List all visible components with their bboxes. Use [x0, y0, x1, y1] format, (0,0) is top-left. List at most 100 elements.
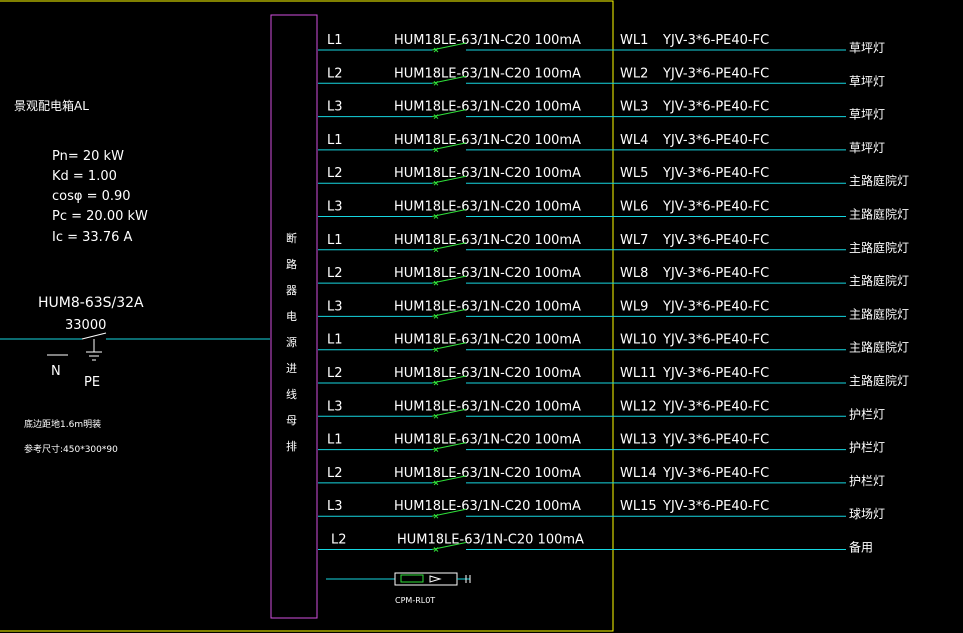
breaker-x-icon	[433, 314, 439, 319]
pe-label: PE	[84, 375, 100, 390]
circuit-load: 主路庭院灯	[849, 373, 909, 388]
circuit-phase: L3	[327, 399, 343, 414]
circuit-row: L1 HUM18LE-63/1N-C20 100mA WL1 YJV-3*6-PE40…	[318, 33, 885, 55]
param-ic: Ic = 33.76 A	[52, 230, 132, 245]
circuit-load: 草坪灯	[849, 108, 885, 122]
breaker-x-icon	[433, 347, 439, 353]
breaker-x-icon	[433, 280, 439, 286]
circuit-phase: L2	[327, 466, 343, 481]
circuit-load: 主路庭院灯	[849, 173, 909, 188]
circuit-breaker: HUM18LE-63/1N-C20 100mA	[394, 299, 581, 314]
busbar-char: 进	[286, 362, 297, 375]
circuit-breaker: HUM18LE-63/1N-C20 100mA	[394, 399, 581, 414]
circuit-number: WL15	[620, 499, 657, 514]
circuit-load: 护栏灯	[849, 440, 885, 455]
busbar-char: 路	[286, 258, 297, 271]
circuit-cable: YJV-3*6-PE40-FC	[662, 200, 769, 215]
param-pc: Pc = 20.00 kW	[52, 209, 148, 224]
param-cos: cosφ = 0.90	[52, 189, 131, 204]
param-kd: Kd = 1.00	[52, 169, 117, 184]
install-note: 底边距地1.6m明装	[24, 418, 101, 430]
busbar-char: 器	[286, 284, 297, 297]
circuit-row: L1 HUM18LE-63/1N-C20 100mA WL10 YJV-3*6-PE4…	[318, 333, 909, 355]
circuit-number: WL7	[620, 233, 648, 248]
circuit-phase: L3	[327, 200, 343, 215]
meter-element	[400, 574, 424, 583]
circuit-row: L3 HUM18LE-63/1N-C20 100mA WL12 YJV-3*6-PE4…	[318, 399, 885, 421]
circuit-cable: YJV-3*6-PE40-FC	[662, 499, 769, 514]
busbar-char: 排	[286, 439, 297, 453]
circuit-breaker: HUM18LE-63/1N-C20 100mA	[394, 366, 581, 381]
circuit-cable: YJV-3*6-PE40-FC	[662, 433, 769, 448]
main-switch-blade	[81, 332, 107, 340]
circuit-number: WL6	[620, 200, 648, 215]
circuit-load: 球场灯	[849, 507, 885, 521]
breaker-x-icon	[433, 547, 439, 552]
circuit-breaker: HUM18LE-63/1N-C20 100mA	[397, 533, 584, 548]
main-breaker-code: 33000	[65, 318, 106, 333]
circuit-breaker: HUM18LE-63/1N-C20 100mA	[394, 200, 581, 215]
circuit-load: 主路庭院灯	[849, 273, 909, 288]
circuit-breaker: HUM18LE-63/1N-C20 100mA	[394, 100, 581, 115]
circuit-phase: L1	[327, 33, 343, 48]
breaker-x-icon	[433, 513, 439, 519]
circuit-number: WL5	[620, 166, 648, 181]
circuit-breaker: HUM18LE-63/1N-C20 100mA	[394, 233, 581, 248]
circuit-number: WL12	[620, 399, 657, 414]
circuit-load: 护栏灯	[849, 406, 885, 421]
circuit-row: L1 HUM18LE-63/1N-C20 100mA WL7 YJV-3*6-PE40…	[318, 233, 909, 255]
circuit-row: L1 HUM18LE-63/1N-C20 100mA WL4 YJV-3*6-PE40…	[318, 133, 885, 155]
panel-title: 景观配电箱AL	[14, 98, 89, 113]
circuit-row: L2 HUM18LE-63/1N-C20 100mA WL11 YJV-3*6-PE4…	[318, 366, 909, 388]
circuit-list: L1 HUM18LE-63/1N-C20 100mA WL1 YJV-3*6-PE40…	[318, 33, 909, 555]
main-breaker-model: HUM8-63S/32A	[38, 295, 144, 311]
circuit-load: 护栏灯	[849, 473, 885, 488]
circuit-number: WL9	[620, 299, 648, 314]
circuit-cable: YJV-3*6-PE40-FC	[662, 233, 769, 248]
breaker-x-icon	[433, 80, 439, 86]
circuit-row: L3 HUM18LE-63/1N-C20 100mA WL9 YJV-3*6-PE40…	[318, 299, 909, 321]
circuit-cable: YJV-3*6-PE40-FC	[662, 299, 769, 314]
busbar-char: 电	[286, 310, 297, 323]
circuit-load: 主路庭院灯	[849, 207, 909, 222]
circuit-number: WL11	[620, 366, 657, 381]
circuit-cable: YJV-3*6-PE40-FC	[662, 100, 769, 115]
circuit-load: 主路庭院灯	[849, 306, 909, 321]
circuit-number: WL2	[620, 66, 648, 81]
circuit-breaker: HUM18LE-63/1N-C20 100mA	[394, 266, 581, 281]
circuit-phase: L3	[327, 299, 343, 314]
circuit-load: 备用	[849, 541, 873, 555]
breaker-x-icon	[433, 447, 439, 452]
circuit-phase: L2	[327, 66, 343, 81]
breaker-x-icon	[433, 380, 439, 386]
circuit-breaker: HUM18LE-63/1N-C20 100mA	[394, 499, 581, 514]
circuit-cable: YJV-3*6-PE40-FC	[662, 266, 769, 281]
circuit-load: 主路庭院灯	[849, 240, 909, 255]
circuit-row: L2 HUM18LE-63/1N-C20 100mA WL2 YJV-3*6-PE40…	[318, 66, 885, 88]
circuit-row: L2 HUM18LE-63/1N-C20 100mA 备用	[318, 533, 873, 555]
circuit-number: WL3	[620, 100, 648, 115]
distribution-diagram: 景观配电箱AL Pn= 20 kW Kd = 1.00 cosφ = 0.90 …	[0, 0, 909, 632]
circuit-breaker: HUM18LE-63/1N-C20 100mA	[394, 166, 581, 181]
circuit-cable: YJV-3*6-PE40-FC	[662, 66, 769, 81]
circuit-phase: L1	[327, 133, 343, 148]
circuit-cable: YJV-3*6-PE40-FC	[662, 466, 769, 481]
circuit-number: WL8	[620, 266, 648, 281]
circuit-load: 草坪灯	[849, 41, 885, 55]
circuit-breaker: HUM18LE-63/1N-C20 100mA	[394, 66, 581, 81]
circuit-cable: YJV-3*6-PE40-FC	[662, 166, 769, 181]
circuit-cable: YJV-3*6-PE40-FC	[662, 333, 769, 348]
circuit-row: L3 HUM18LE-63/1N-C20 100mA WL6 YJV-3*6-PE40…	[318, 200, 909, 222]
circuit-number: WL1	[620, 33, 648, 48]
breaker-x-icon	[433, 247, 439, 253]
circuit-phase: L3	[327, 499, 343, 514]
breaker-x-icon	[433, 114, 439, 119]
busbar-char: 源	[286, 335, 297, 349]
breaker-x-icon	[433, 180, 439, 186]
circuit-number: WL14	[620, 466, 657, 481]
circuit-phase: L3	[327, 100, 343, 115]
n-label: N	[51, 364, 61, 379]
circuit-load: 草坪灯	[849, 141, 885, 155]
circuit-phase: L1	[327, 433, 343, 448]
circuit-cable: YJV-3*6-PE40-FC	[662, 366, 769, 381]
